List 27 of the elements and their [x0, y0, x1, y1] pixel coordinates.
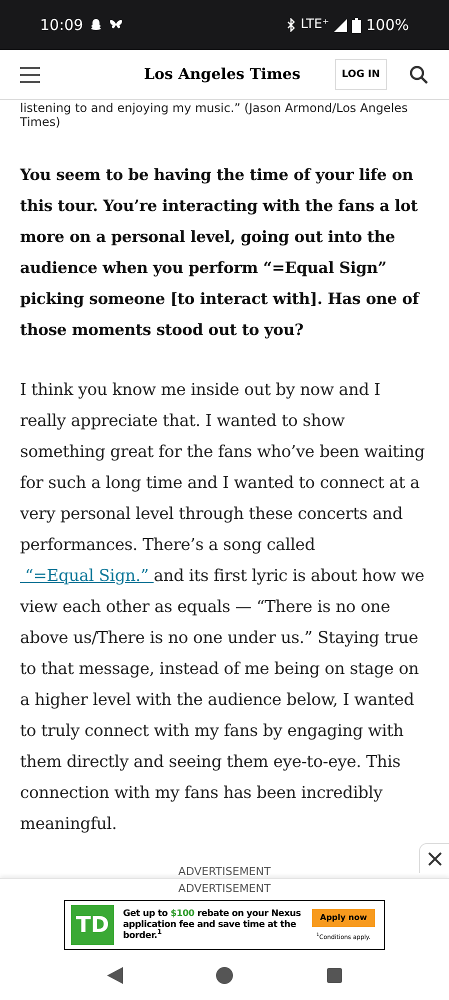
interview-answer: I think you know me inside out by now and I really appreciate that. I wanted to show something great for the fans who’ve been waiting for such a long time and I wanted to connect at a very personal level through these concerts and performances. There’s a song called “=Equal Sign.” and its first lyric is about how we view each other as equals — “There is no one above us/There is no one under us.” Staying true to that message, instead of me being on stage on a higher level with the audience below, I wanted to truly connect with my fans by engaging with them directly and seeing them eye-to-eye. This connection with my fans has been incredibly meaningful.	[19, 379, 426, 835]
recents-icon[interactable]	[327, 968, 342, 982]
bank-logo: TD	[71, 905, 114, 945]
home-icon[interactable]	[216, 966, 234, 984]
battery-level: 100%	[366, 14, 409, 36]
menu-button[interactable]	[20, 66, 40, 82]
photo-caption: Times)	[20, 115, 62, 129]
signal-icon	[334, 18, 348, 32]
ad-headline: Get up to $100 rebate on your Nexus application fee and save time at the border.$^{1}$	[123, 908, 302, 942]
network-type: LTE⁺	[300, 16, 330, 34]
interview-question: You seem to be having the time of your life on this tour. You’re interacting with the fans a lot more on a personal level, going out into the audience when you perform “=Equal Sign” picking someone [to interact with]. Has one of those moments stood out to you?	[18, 164, 421, 341]
bluetooth-icon	[286, 18, 296, 32]
apply-button[interactable]: Apply now	[312, 908, 375, 926]
battery-icon	[352, 18, 362, 32]
close-button[interactable]	[419, 843, 449, 873]
advertisement-label: ADVERTISEMENT	[177, 865, 272, 878]
login-button[interactable]: LOG IN	[334, 59, 387, 90]
close-icon	[428, 852, 442, 866]
back-icon[interactable]	[106, 966, 123, 984]
search-icon[interactable]	[409, 64, 429, 84]
advertisement-label: ADVERTISEMENT	[178, 882, 271, 895]
logo[interactable]: Los Angeles Times	[144, 63, 300, 86]
butterfly-icon	[109, 19, 124, 31]
song-link[interactable]: “=Equal Sign.”	[20, 566, 154, 585]
photo-caption: listening to and enjoying my music.” (Jason Armond/Los Angeles	[20, 101, 409, 115]
ghost-icon	[89, 18, 104, 32]
clock: 10:09	[40, 14, 84, 36]
